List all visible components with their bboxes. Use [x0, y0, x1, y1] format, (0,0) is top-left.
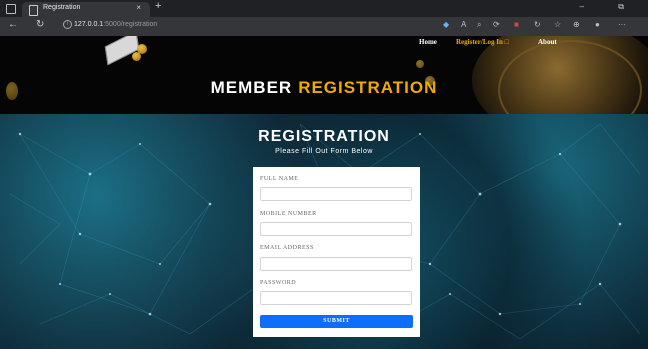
window-menu-icon[interactable] [6, 4, 16, 14]
submit-button[interactable]: SUBMIT [260, 315, 413, 328]
url-field[interactable]: 127.0.0.1:5000/registration [74, 21, 157, 28]
laptop-image [104, 36, 140, 66]
extensions-icon[interactable]: ⟳ [493, 20, 500, 29]
url-path: :5000/registration [103, 21, 158, 28]
full-name-field[interactable] [260, 187, 412, 201]
nav-about-link[interactable]: About [538, 38, 557, 46]
address-bar-row: ← ↻ i 127.0.0.1:5000/registration ◆ A ⌕ … [0, 17, 648, 36]
tab-close-icon[interactable]: × [136, 3, 141, 12]
page-content: Home Register/Log In □ About MEMBER REGIS… [0, 36, 648, 349]
favorite-icon[interactable]: ◆ [443, 20, 449, 29]
email-address-label: EMAIL ADDRESS [260, 245, 314, 251]
hero-title-accent: REGISTRATION [298, 78, 438, 97]
new-tab-button[interactable]: + [155, 0, 161, 12]
copilot-icon[interactable]: ● [595, 20, 600, 29]
url-host: 127.0.0.1 [74, 21, 104, 28]
page-icon [29, 5, 38, 16]
hero-title: MEMBER REGISTRATION [0, 78, 648, 98]
tab-strip: Registration × + – ⧉ [0, 0, 648, 17]
hero-banner: Home Register/Log In □ About MEMBER REGIS… [0, 36, 648, 114]
nav-home-link[interactable]: Home [419, 38, 437, 46]
nav-register-login-link[interactable]: Register/Log In □ [456, 38, 509, 46]
password-field[interactable] [260, 291, 412, 305]
refresh-ext-icon[interactable]: ↻ [534, 20, 541, 29]
user-icon: □ [504, 38, 509, 46]
zoom-icon[interactable]: ⌕ [477, 20, 481, 30]
registration-title: REGISTRATION [258, 128, 390, 145]
mobile-number-label: MOBILE NUMBER [260, 211, 317, 217]
window-controls[interactable]: – ⧉ [580, 2, 640, 12]
registration-form: FULL NAME MOBILE NUMBER EMAIL ADDRESS PA… [253, 167, 420, 337]
more-icon[interactable]: ··· [618, 20, 626, 29]
tab-registration[interactable]: Registration × [22, 2, 150, 17]
hero-title-white: MEMBER [210, 78, 293, 97]
coin-image [416, 60, 424, 68]
password-label: PASSWORD [260, 280, 297, 286]
refresh-button[interactable]: ↻ [36, 19, 44, 30]
email-address-field[interactable] [260, 257, 412, 271]
read-aloud-icon[interactable]: A [461, 20, 466, 29]
profile-icon[interactable]: ■ [514, 20, 519, 29]
back-button[interactable]: ← [8, 19, 18, 30]
favorites-bar-icon[interactable]: ☆ [554, 20, 561, 29]
site-info-icon[interactable]: i [63, 20, 72, 29]
nav-register-label: Register/Log In [456, 38, 503, 46]
registration-subtitle: Please Fill Out Form Below [275, 148, 373, 155]
mobile-number-field[interactable] [260, 222, 412, 236]
coin-image [137, 44, 147, 54]
tab-title: Registration [43, 4, 81, 11]
full-name-label: FULL NAME [260, 176, 299, 182]
collections-icon[interactable]: ⊕ [573, 20, 580, 29]
browser-window: Registration × + – ⧉ ← ↻ i 127.0.0.1:500… [0, 0, 648, 349]
